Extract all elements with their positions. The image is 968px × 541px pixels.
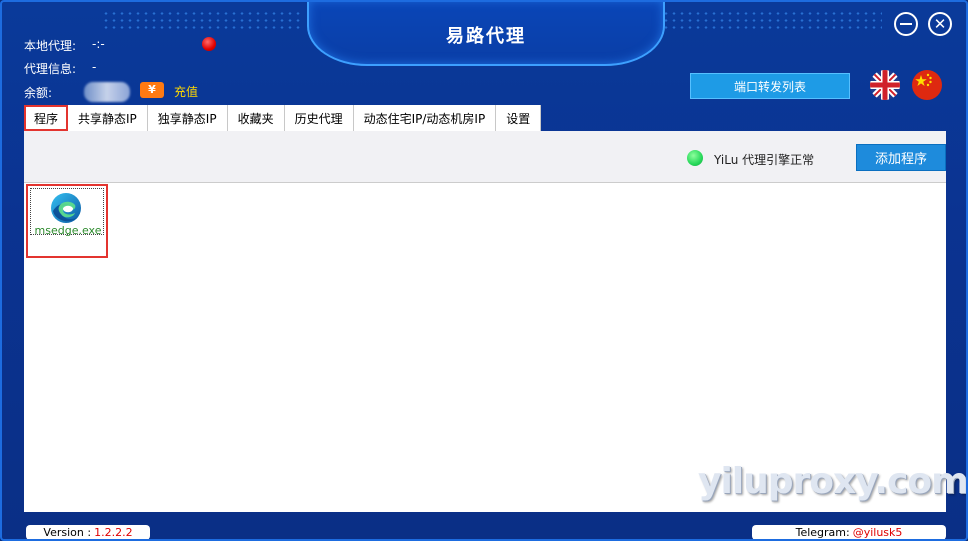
tab-dedicated-static-ip[interactable]: 独享静态IP xyxy=(147,105,228,131)
tab-settings[interactable]: 设置 xyxy=(496,105,542,131)
local-proxy-row: 本地代理: -:- xyxy=(24,37,105,54)
tab-shared-static-ip[interactable]: 共享静态IP xyxy=(68,105,148,131)
tab-favorites[interactable]: 收藏夹 xyxy=(227,105,285,131)
telegram-label: Telegram: xyxy=(795,526,850,539)
proxy-info-row: 代理信息: - xyxy=(24,60,96,77)
balance-label: 余额: xyxy=(24,86,53,100)
recharge-link[interactable]: 充值 xyxy=(174,83,198,100)
app-item-label: msedge.exe xyxy=(34,224,102,237)
version-label: Version : xyxy=(43,526,92,539)
minimize-button[interactable] xyxy=(894,12,918,36)
proxy-info-label: 代理信息: xyxy=(24,62,77,76)
balance-row: 余额: xyxy=(24,84,52,101)
app-item-msedge[interactable]: msedge.exe xyxy=(26,184,108,258)
port-forward-list-button[interactable]: 端口转发列表 xyxy=(690,73,850,99)
tab-programs[interactable]: 程序 xyxy=(24,105,69,131)
cn-flag-icon[interactable] xyxy=(912,70,942,100)
close-button[interactable]: ✕ xyxy=(928,12,952,36)
minimize-icon xyxy=(900,23,912,25)
recharge-icon[interactable]: ¥ xyxy=(140,82,164,98)
add-program-button[interactable]: 添加程序 xyxy=(856,144,946,171)
proxy-info-value: - xyxy=(92,60,97,74)
engine-status-icon xyxy=(687,150,703,166)
decor-dots-right xyxy=(662,10,882,32)
window-title: 易路代理 xyxy=(446,26,526,47)
telegram-badge[interactable]: Telegram: @yilusk5 xyxy=(752,525,946,539)
main-tabs: 程序 共享静态IP 独享静态IP 收藏夹 历史代理 动态住宅IP/动态机房IP … xyxy=(24,105,542,131)
app-item-inner: msedge.exe xyxy=(30,188,104,237)
version-value: 1.2.2.2 xyxy=(94,526,133,539)
uk-flag-icon[interactable] xyxy=(870,70,900,100)
version-badge: Version : 1.2.2.2 xyxy=(26,525,150,539)
decor-dots-left xyxy=(102,10,302,32)
local-proxy-value: -:- xyxy=(92,37,105,51)
tab-history-proxy[interactable]: 历史代理 xyxy=(284,105,354,131)
app-window: 易路代理 ✕ 本地代理: -:- 代理信息: - 余额: ¥ 充值 端口转发列表 xyxy=(0,0,968,541)
close-icon: ✕ xyxy=(933,14,947,33)
connection-status-indicator xyxy=(202,37,216,51)
watermark-text: yiluproxy.com xyxy=(698,461,968,502)
programs-panel: YiLu 代理引擎正常 添加程序 msedge.exe xyxy=(24,131,946,512)
telegram-handle[interactable]: @yilusk5 xyxy=(853,526,903,539)
engine-status-text: YiLu 代理引擎正常 xyxy=(714,153,815,167)
balance-value-blurred xyxy=(84,82,130,102)
tab-dynamic-residential-ip[interactable]: 动态住宅IP/动态机房IP xyxy=(353,105,497,131)
edge-icon xyxy=(51,193,81,223)
local-proxy-label: 本地代理: xyxy=(24,39,77,53)
programs-toolbar: YiLu 代理引擎正常 添加程序 xyxy=(24,131,946,183)
